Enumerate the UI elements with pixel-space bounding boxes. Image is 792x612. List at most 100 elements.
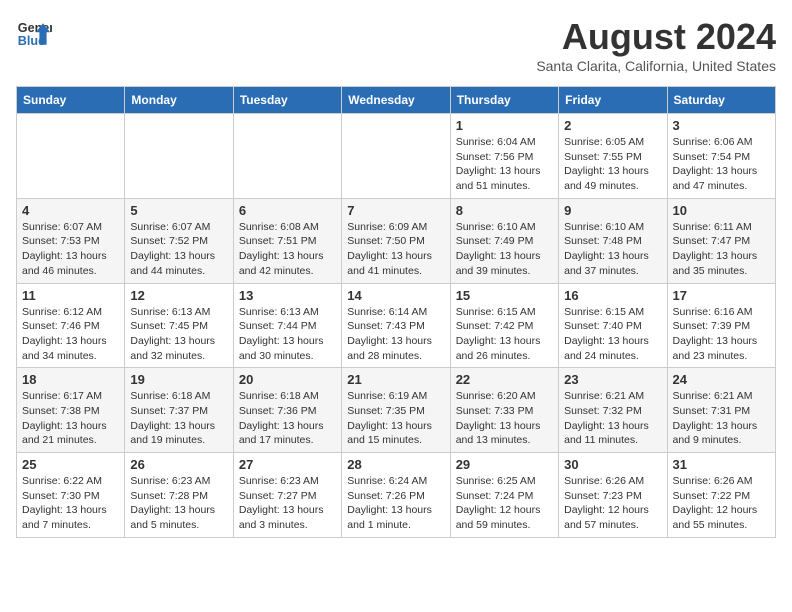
calendar-week-row-1: 1 Sunrise: 6:04 AM Sunset: 7:56 PM Daylig… [17, 114, 776, 199]
day-info: Sunrise: 6:25 AM Sunset: 7:24 PM Dayligh… [456, 474, 553, 533]
calendar-cell: 11Sunrise: 6:12 AM Sunset: 7:46 PM Dayli… [17, 283, 125, 368]
day-info: Sunrise: 6:10 AM Sunset: 7:48 PM Dayligh… [564, 220, 661, 279]
day-number: 10 [673, 203, 770, 218]
day-number: 7 [347, 203, 444, 218]
calendar-table: SundayMondayTuesdayWednesdayThursdayFrid… [16, 86, 776, 538]
day-number: 3 [673, 118, 770, 133]
weekday-header-sunday: Sunday [17, 87, 125, 114]
day-number: 17 [673, 288, 770, 303]
calendar-cell: 19 Sunrise: 6:18 AM Sunset: 7:37 PM Dayli… [125, 368, 233, 453]
day-info: Sunrise: 6:21 AM Sunset: 7:31 PM Dayligh… [673, 389, 770, 448]
calendar-cell: 15 Sunrise: 6:15 AM Sunset: 7:42 PM Dayli… [450, 283, 558, 368]
day-number: 27 [239, 457, 336, 472]
day-info: Sunrise: 6:06 AM Sunset: 7:54 PM Dayligh… [673, 135, 770, 194]
logo-icon: General Blue [16, 16, 52, 52]
calendar-cell: 29 Sunrise: 6:25 AM Sunset: 7:24 PM Dayli… [450, 453, 558, 538]
day-number: 24 [673, 372, 770, 387]
header: General Blue August 2024 Santa Clarita, … [16, 16, 776, 74]
weekday-header-row: SundayMondayTuesdayWednesdayThursdayFrid… [17, 87, 776, 114]
day-info: Sunrise: 6:16 AM Sunset: 7:39 PM Dayligh… [673, 305, 770, 364]
day-number: 19 [130, 372, 227, 387]
calendar-cell: 8 Sunrise: 6:10 AM Sunset: 7:49 PM Daylig… [450, 198, 558, 283]
calendar-cell: 22 Sunrise: 6:20 AM Sunset: 7:33 PM Dayli… [450, 368, 558, 453]
calendar-cell: 23Sunrise: 6:21 AM Sunset: 7:32 PM Dayli… [559, 368, 667, 453]
calendar-cell [125, 114, 233, 199]
calendar-cell: 26Sunrise: 6:23 AM Sunset: 7:28 PM Dayli… [125, 453, 233, 538]
day-number: 31 [673, 457, 770, 472]
title-area: August 2024 Santa Clarita, California, U… [536, 16, 776, 74]
weekday-header-monday: Monday [125, 87, 233, 114]
day-number: 1 [456, 118, 553, 133]
calendar-cell: 16 Sunrise: 6:15 AM Sunset: 7:40 PM Dayli… [559, 283, 667, 368]
month-year-title: August 2024 [536, 16, 776, 58]
day-number: 5 [130, 203, 227, 218]
day-number: 9 [564, 203, 661, 218]
day-info: Sunrise: 6:17 AM Sunset: 7:38 PM Dayligh… [22, 389, 119, 448]
calendar-cell: 4 Sunrise: 6:07 AM Sunset: 7:53 PM Daylig… [17, 198, 125, 283]
day-number: 22 [456, 372, 553, 387]
day-info: Sunrise: 6:09 AM Sunset: 7:50 PM Dayligh… [347, 220, 444, 279]
day-number: 6 [239, 203, 336, 218]
day-info: Sunrise: 6:24 AM Sunset: 7:26 PM Dayligh… [347, 474, 444, 533]
calendar-cell: 10 Sunrise: 6:11 AM Sunset: 7:47 PM Dayli… [667, 198, 775, 283]
logo: General Blue [16, 16, 52, 52]
calendar-cell: 7 Sunrise: 6:09 AM Sunset: 7:50 PM Daylig… [342, 198, 450, 283]
day-number: 28 [347, 457, 444, 472]
calendar-cell: 24 Sunrise: 6:21 AM Sunset: 7:31 PM Dayli… [667, 368, 775, 453]
location-subtitle: Santa Clarita, California, United States [536, 58, 776, 74]
calendar-cell [17, 114, 125, 199]
day-info: Sunrise: 6:12 AM Sunset: 7:46 PM Dayligh… [22, 305, 119, 364]
day-number: 8 [456, 203, 553, 218]
weekday-header-friday: Friday [559, 87, 667, 114]
day-number: 16 [564, 288, 661, 303]
day-number: 21 [347, 372, 444, 387]
day-number: 15 [456, 288, 553, 303]
day-info: Sunrise: 6:15 AM Sunset: 7:40 PM Dayligh… [564, 305, 661, 364]
calendar-cell: 1 Sunrise: 6:04 AM Sunset: 7:56 PM Daylig… [450, 114, 558, 199]
calendar-cell: 13Sunrise: 6:13 AM Sunset: 7:44 PM Dayli… [233, 283, 341, 368]
day-number: 4 [22, 203, 119, 218]
day-number: 25 [22, 457, 119, 472]
calendar-cell: 12Sunrise: 6:13 AM Sunset: 7:45 PM Dayli… [125, 283, 233, 368]
day-number: 20 [239, 372, 336, 387]
calendar-cell [342, 114, 450, 199]
calendar-cell: 14 Sunrise: 6:14 AM Sunset: 7:43 PM Dayli… [342, 283, 450, 368]
calendar-cell: 28 Sunrise: 6:24 AM Sunset: 7:26 PM Dayli… [342, 453, 450, 538]
calendar-week-row-5: 25 Sunrise: 6:22 AM Sunset: 7:30 PM Dayli… [17, 453, 776, 538]
day-info: Sunrise: 6:11 AM Sunset: 7:47 PM Dayligh… [673, 220, 770, 279]
day-info: Sunrise: 6:18 AM Sunset: 7:36 PM Dayligh… [239, 389, 336, 448]
calendar-cell: 6Sunrise: 6:08 AM Sunset: 7:51 PM Daylig… [233, 198, 341, 283]
day-number: 30 [564, 457, 661, 472]
day-info: Sunrise: 6:10 AM Sunset: 7:49 PM Dayligh… [456, 220, 553, 279]
day-info: Sunrise: 6:22 AM Sunset: 7:30 PM Dayligh… [22, 474, 119, 533]
day-info: Sunrise: 6:26 AM Sunset: 7:22 PM Dayligh… [673, 474, 770, 533]
calendar-cell: 3 Sunrise: 6:06 AM Sunset: 7:54 PM Daylig… [667, 114, 775, 199]
day-info: Sunrise: 6:14 AM Sunset: 7:43 PM Dayligh… [347, 305, 444, 364]
day-info: Sunrise: 6:04 AM Sunset: 7:56 PM Dayligh… [456, 135, 553, 194]
calendar-cell [233, 114, 341, 199]
day-number: 29 [456, 457, 553, 472]
day-info: Sunrise: 6:07 AM Sunset: 7:52 PM Dayligh… [130, 220, 227, 279]
day-number: 2 [564, 118, 661, 133]
day-info: Sunrise: 6:23 AM Sunset: 7:27 PM Dayligh… [239, 474, 336, 533]
day-info: Sunrise: 6:20 AM Sunset: 7:33 PM Dayligh… [456, 389, 553, 448]
day-info: Sunrise: 6:18 AM Sunset: 7:37 PM Dayligh… [130, 389, 227, 448]
calendar-week-row-4: 18 Sunrise: 6:17 AM Sunset: 7:38 PM Dayli… [17, 368, 776, 453]
calendar-cell: 25 Sunrise: 6:22 AM Sunset: 7:30 PM Dayli… [17, 453, 125, 538]
day-number: 23 [564, 372, 661, 387]
calendar-cell: 30Sunrise: 6:26 AM Sunset: 7:23 PM Dayli… [559, 453, 667, 538]
weekday-header-saturday: Saturday [667, 87, 775, 114]
day-number: 18 [22, 372, 119, 387]
day-number: 12 [130, 288, 227, 303]
weekday-header-tuesday: Tuesday [233, 87, 341, 114]
calendar-cell: 17 Sunrise: 6:16 AM Sunset: 7:39 PM Dayli… [667, 283, 775, 368]
calendar-cell: 18 Sunrise: 6:17 AM Sunset: 7:38 PM Dayli… [17, 368, 125, 453]
day-number: 26 [130, 457, 227, 472]
calendar-cell: 21Sunrise: 6:19 AM Sunset: 7:35 PM Dayli… [342, 368, 450, 453]
day-info: Sunrise: 6:05 AM Sunset: 7:55 PM Dayligh… [564, 135, 661, 194]
day-info: Sunrise: 6:15 AM Sunset: 7:42 PM Dayligh… [456, 305, 553, 364]
day-number: 14 [347, 288, 444, 303]
calendar-cell: 5 Sunrise: 6:07 AM Sunset: 7:52 PM Daylig… [125, 198, 233, 283]
day-info: Sunrise: 6:07 AM Sunset: 7:53 PM Dayligh… [22, 220, 119, 279]
calendar-cell: 31 Sunrise: 6:26 AM Sunset: 7:22 PM Dayli… [667, 453, 775, 538]
